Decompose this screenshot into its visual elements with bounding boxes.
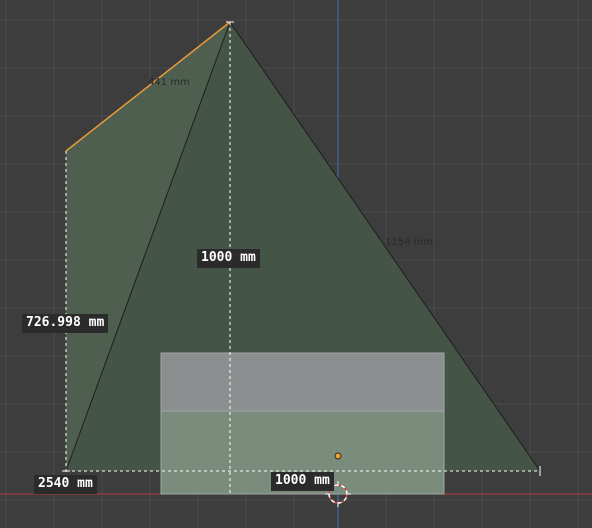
viewport-canvas[interactable] <box>0 0 592 528</box>
object-origin-icon[interactable] <box>334 452 342 460</box>
measure-label-left-height: 726.998 mm <box>22 314 109 333</box>
edge-length-top-left: 441 mm <box>148 77 190 88</box>
measure-label-bottom-left: 2540 mm <box>34 475 97 494</box>
3d-viewport[interactable]: 441 mm 1154 mm 1000 mm 726.998 mm 2540 m… <box>0 0 592 528</box>
measure-label-bottom-center: 1000 mm <box>271 472 334 491</box>
measure-label-center-height: 1000 mm <box>197 249 260 268</box>
edge-length-right: 1154 mm <box>385 237 434 248</box>
box-object-upper[interactable] <box>160 352 445 412</box>
